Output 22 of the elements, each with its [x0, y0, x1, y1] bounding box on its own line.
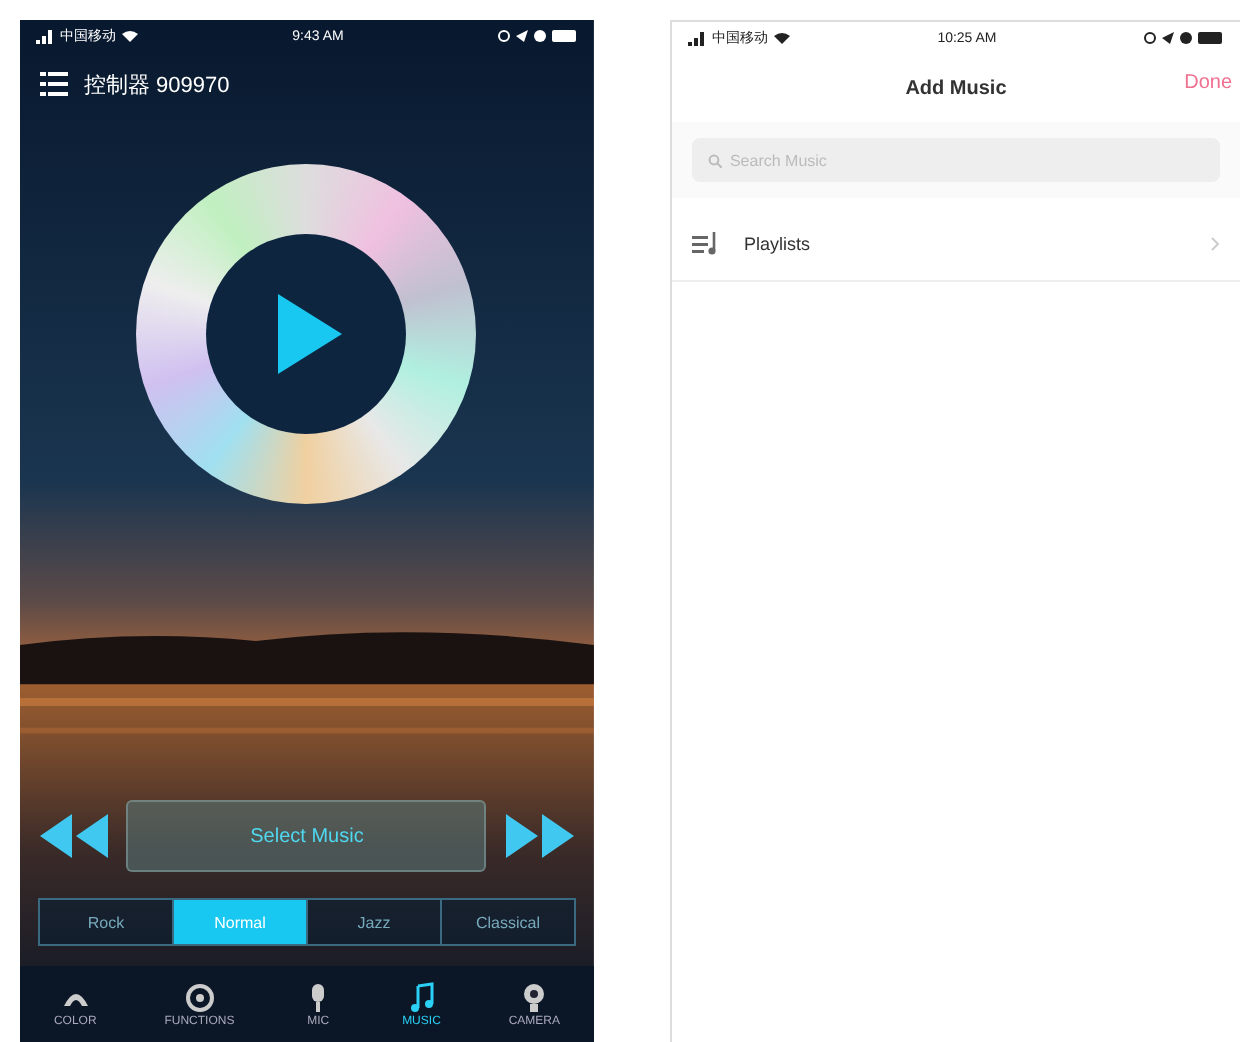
location-icon — [515, 30, 528, 42]
list-icon[interactable] — [40, 70, 68, 98]
battery-icon — [1197, 32, 1224, 44]
rewind-icon[interactable] — [40, 814, 108, 858]
device-title: 控制器 909970 — [84, 71, 230, 99]
music-icon — [405, 982, 438, 1014]
mode-tab[interactable]: Rock — [40, 900, 174, 944]
screen-title: Add Music — [905, 77, 1007, 99]
mode-tab[interactable]: Classical — [442, 900, 574, 944]
location-icon — [1161, 32, 1174, 44]
wifi-icon — [122, 30, 138, 42]
wifi-icon — [773, 32, 790, 44]
signal-icon — [687, 31, 706, 45]
chevron-icon — [1210, 235, 1220, 251]
target-icon — [183, 982, 216, 1014]
select-music-button[interactable]: Select Music — [126, 800, 487, 872]
mode-tab[interactable]: Jazz — [308, 900, 442, 944]
fast-forward-icon[interactable] — [505, 814, 574, 858]
playlist-icon — [691, 231, 720, 255]
list-row[interactable]: Playlists — [671, 206, 1240, 282]
signal-icon — [36, 29, 54, 43]
battery-icon — [551, 30, 578, 42]
